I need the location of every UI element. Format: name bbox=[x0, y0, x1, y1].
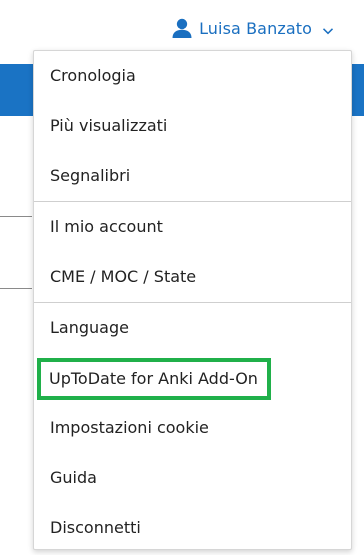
menu-item-label: CME / MOC / State bbox=[50, 267, 197, 286]
menu-item-label: Più visualizzati bbox=[50, 116, 168, 135]
user-menu-button[interactable]: Luisa Banzato bbox=[171, 14, 334, 42]
menu-group-account: Il mio account CME / MOC / State bbox=[34, 202, 351, 302]
menu-item-cookie-settings[interactable]: Impostazioni cookie bbox=[34, 403, 351, 453]
page-header-bar-left bbox=[0, 64, 34, 116]
chevron-down-icon bbox=[322, 22, 334, 35]
page-divider bbox=[0, 216, 32, 217]
menu-item-most-viewed[interactable]: Più visualizzati bbox=[34, 101, 351, 151]
menu-item-logout[interactable]: Disconnetti bbox=[34, 503, 351, 553]
menu-group-settings: Language UpToDate for Anki Add-On Impost… bbox=[34, 303, 351, 553]
menu-item-label: Language bbox=[50, 318, 129, 337]
menu-item-history[interactable]: Cronologia bbox=[34, 51, 351, 101]
menu-item-label: UpToDate for Anki Add-On bbox=[37, 357, 271, 400]
page-header-bar-right bbox=[350, 64, 364, 116]
menu-item-label: Disconnetti bbox=[50, 518, 141, 537]
menu-item-my-account[interactable]: Il mio account bbox=[34, 202, 351, 252]
menu-item-language[interactable]: Language bbox=[34, 303, 351, 353]
menu-item-help[interactable]: Guida bbox=[34, 453, 351, 503]
page-divider bbox=[0, 288, 32, 289]
menu-group-navigation: Cronologia Più visualizzati Segnalibri bbox=[34, 51, 351, 201]
menu-item-anki-addon[interactable]: UpToDate for Anki Add-On bbox=[34, 353, 351, 403]
menu-item-cme[interactable]: CME / MOC / State bbox=[34, 252, 351, 302]
menu-item-bookmarks[interactable]: Segnalibri bbox=[34, 151, 351, 201]
menu-item-label: Impostazioni cookie bbox=[50, 418, 209, 437]
menu-item-label: Segnalibri bbox=[50, 166, 131, 185]
menu-item-label: Cronologia bbox=[50, 66, 136, 85]
user-dropdown-menu: Cronologia Più visualizzati Segnalibri I… bbox=[33, 50, 352, 550]
menu-item-label: Guida bbox=[50, 468, 97, 487]
user-name: Luisa Banzato bbox=[199, 18, 312, 38]
menu-item-label: Il mio account bbox=[50, 217, 163, 236]
user-icon bbox=[171, 17, 193, 39]
